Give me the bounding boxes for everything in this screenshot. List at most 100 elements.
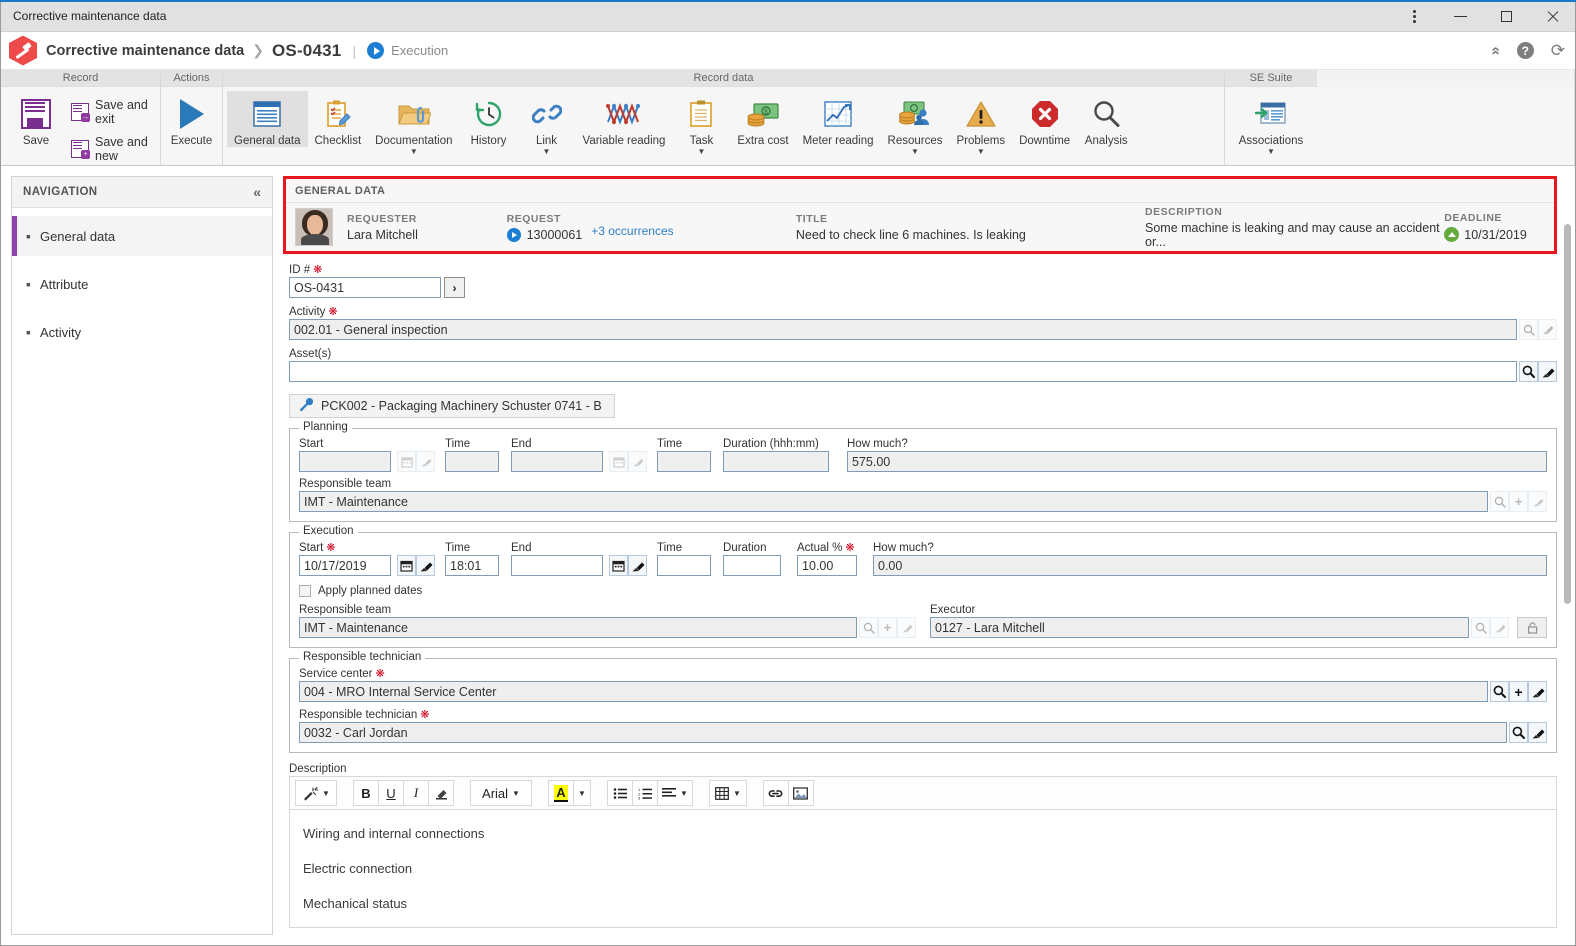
- assets-search-icon[interactable]: [1519, 361, 1538, 382]
- execution-end-clear-icon[interactable]: [628, 555, 647, 576]
- numbered-list-button[interactable]: 123: [632, 780, 658, 806]
- planning-end-time-input[interactable]: [657, 451, 711, 472]
- sidebar-item-attribute[interactable]: ▪ Attribute: [12, 264, 272, 304]
- assets-input[interactable]: [289, 361, 1517, 382]
- tab-analysis[interactable]: Analysis: [1077, 91, 1135, 147]
- tab-task[interactable]: Task ▼: [672, 91, 730, 156]
- breadcrumb-app-name[interactable]: Corrective maintenance data: [46, 43, 244, 59]
- maximize-button[interactable]: [1483, 1, 1529, 31]
- execution-start-time-input[interactable]: [445, 555, 499, 576]
- chevron-down-icon[interactable]: ▼: [697, 148, 705, 156]
- technician-search-icon[interactable]: [1509, 722, 1528, 743]
- execution-end-time-input[interactable]: [657, 555, 711, 576]
- sidebar-item-general-data[interactable]: ▪ General data: [12, 216, 272, 256]
- bold-button[interactable]: B: [353, 780, 379, 806]
- sidebar-item-activity[interactable]: ▪ Activity: [12, 312, 272, 352]
- planning-duration-input[interactable]: [723, 451, 829, 472]
- occurrences-link[interactable]: +3 occurrences: [591, 224, 673, 238]
- text-color-dropdown[interactable]: ▼: [573, 780, 591, 806]
- align-dropdown[interactable]: ▼: [657, 780, 693, 806]
- activity-clear-icon[interactable]: [1538, 319, 1557, 340]
- chevron-down-icon[interactable]: ▼: [410, 148, 418, 156]
- tab-documentation[interactable]: Documentation ▼: [368, 91, 459, 156]
- execution-team-search-icon[interactable]: [859, 617, 878, 638]
- executor-input[interactable]: [930, 617, 1469, 638]
- tab-history[interactable]: History: [460, 91, 518, 147]
- tab-variable-reading[interactable]: Variable reading: [576, 91, 673, 147]
- chevron-down-icon[interactable]: ▼: [977, 148, 985, 156]
- close-button[interactable]: [1529, 1, 1575, 31]
- planning-end-calendar-icon[interactable]: [609, 451, 628, 472]
- save-button[interactable]: Save: [7, 91, 65, 147]
- planning-start-input[interactable]: [299, 451, 391, 472]
- planning-start-calendar-icon[interactable]: [397, 451, 416, 472]
- tab-meter-reading[interactable]: Meter reading: [796, 91, 881, 147]
- execution-end-calendar-icon[interactable]: [609, 555, 628, 576]
- execution-end-input[interactable]: [511, 555, 603, 576]
- execution-team-input[interactable]: [299, 617, 857, 638]
- apply-planned-dates-row[interactable]: Apply planned dates: [299, 585, 1547, 597]
- tab-resources[interactable]: Resources ▼: [881, 91, 950, 156]
- font-family-dropdown[interactable]: Arial ▼: [470, 780, 532, 806]
- tab-link[interactable]: Link ▼: [518, 91, 576, 156]
- technician-input[interactable]: [299, 722, 1507, 743]
- help-icon[interactable]: ?: [1516, 42, 1534, 59]
- execution-start-calendar-icon[interactable]: [397, 555, 416, 576]
- eraser-button[interactable]: [428, 780, 454, 806]
- image-button[interactable]: [787, 780, 814, 806]
- executor-clear-icon[interactable]: [1490, 617, 1509, 638]
- planning-team-search-icon[interactable]: [1490, 491, 1509, 512]
- window-menu-button[interactable]: [1391, 1, 1437, 31]
- tab-problems[interactable]: Problems ▼: [950, 91, 1013, 156]
- execution-team-add-icon[interactable]: +: [878, 617, 897, 638]
- tab-extra-cost[interactable]: $ Extra cost: [730, 91, 795, 147]
- save-and-exit-button[interactable]: → Save and exit: [65, 96, 160, 128]
- id-number-input[interactable]: [289, 277, 441, 298]
- editor-content[interactable]: Wiring and internal connections Electric…: [289, 810, 1557, 928]
- tab-downtime[interactable]: Downtime: [1012, 91, 1077, 147]
- execution-start-clear-icon[interactable]: [416, 555, 435, 576]
- chevron-down-icon[interactable]: ▼: [911, 148, 919, 156]
- planning-end-clear-icon[interactable]: [628, 451, 647, 472]
- asset-chip[interactable]: PCK002 - Packaging Machinery Schuster 07…: [289, 394, 615, 418]
- apply-planned-dates-checkbox[interactable]: [299, 585, 311, 597]
- link-button[interactable]: [762, 780, 789, 806]
- service-center-search-icon[interactable]: [1490, 681, 1509, 702]
- planning-howmuch-input[interactable]: [847, 451, 1547, 472]
- bullet-list-button[interactable]: [607, 780, 633, 806]
- executor-lock-button[interactable]: [1517, 617, 1547, 638]
- chevron-down-icon[interactable]: ▼: [1267, 148, 1275, 156]
- activity-input[interactable]: [289, 319, 1517, 340]
- planning-end-input[interactable]: [511, 451, 603, 472]
- italic-button[interactable]: I: [403, 780, 429, 806]
- collapse-ribbon-icon[interactable]: «: [1487, 46, 1504, 55]
- refresh-icon[interactable]: ⟳: [1551, 42, 1565, 59]
- table-dropdown[interactable]: ▼: [708, 780, 747, 806]
- activity-search-icon[interactable]: [1519, 319, 1538, 340]
- execution-duration-input[interactable]: [723, 555, 781, 576]
- format-wand-button[interactable]: ▼: [295, 780, 337, 806]
- planning-team-clear-icon[interactable]: [1528, 491, 1547, 512]
- tab-associations[interactable]: Associations ▼: [1225, 91, 1317, 156]
- save-and-new-button[interactable]: + Save and new: [65, 133, 160, 165]
- id-go-button[interactable]: ›: [444, 277, 465, 298]
- planning-start-clear-icon[interactable]: [416, 451, 435, 472]
- underline-button[interactable]: U: [378, 780, 404, 806]
- execution-team-clear-icon[interactable]: [897, 617, 916, 638]
- chevron-down-icon[interactable]: ▼: [322, 789, 330, 798]
- tab-general-data[interactable]: General data: [227, 91, 308, 147]
- minimize-button[interactable]: [1437, 1, 1483, 31]
- service-center-input[interactable]: [299, 681, 1488, 702]
- tab-checklist[interactable]: Checklist: [308, 91, 369, 147]
- service-center-clear-icon[interactable]: [1528, 681, 1547, 702]
- sidebar-collapse-icon[interactable]: «: [253, 184, 261, 200]
- text-color-button[interactable]: A: [548, 780, 574, 806]
- vertical-scrollbar-track[interactable]: [1560, 166, 1575, 945]
- assets-clear-icon[interactable]: [1538, 361, 1557, 382]
- technician-clear-icon[interactable]: [1528, 722, 1547, 743]
- planning-start-time-input[interactable]: [445, 451, 499, 472]
- chevron-down-icon[interactable]: ▼: [543, 148, 551, 156]
- execute-button[interactable]: Execute: [163, 91, 221, 147]
- execution-howmuch-input[interactable]: [873, 555, 1547, 576]
- vertical-scrollbar-thumb[interactable]: [1564, 224, 1571, 604]
